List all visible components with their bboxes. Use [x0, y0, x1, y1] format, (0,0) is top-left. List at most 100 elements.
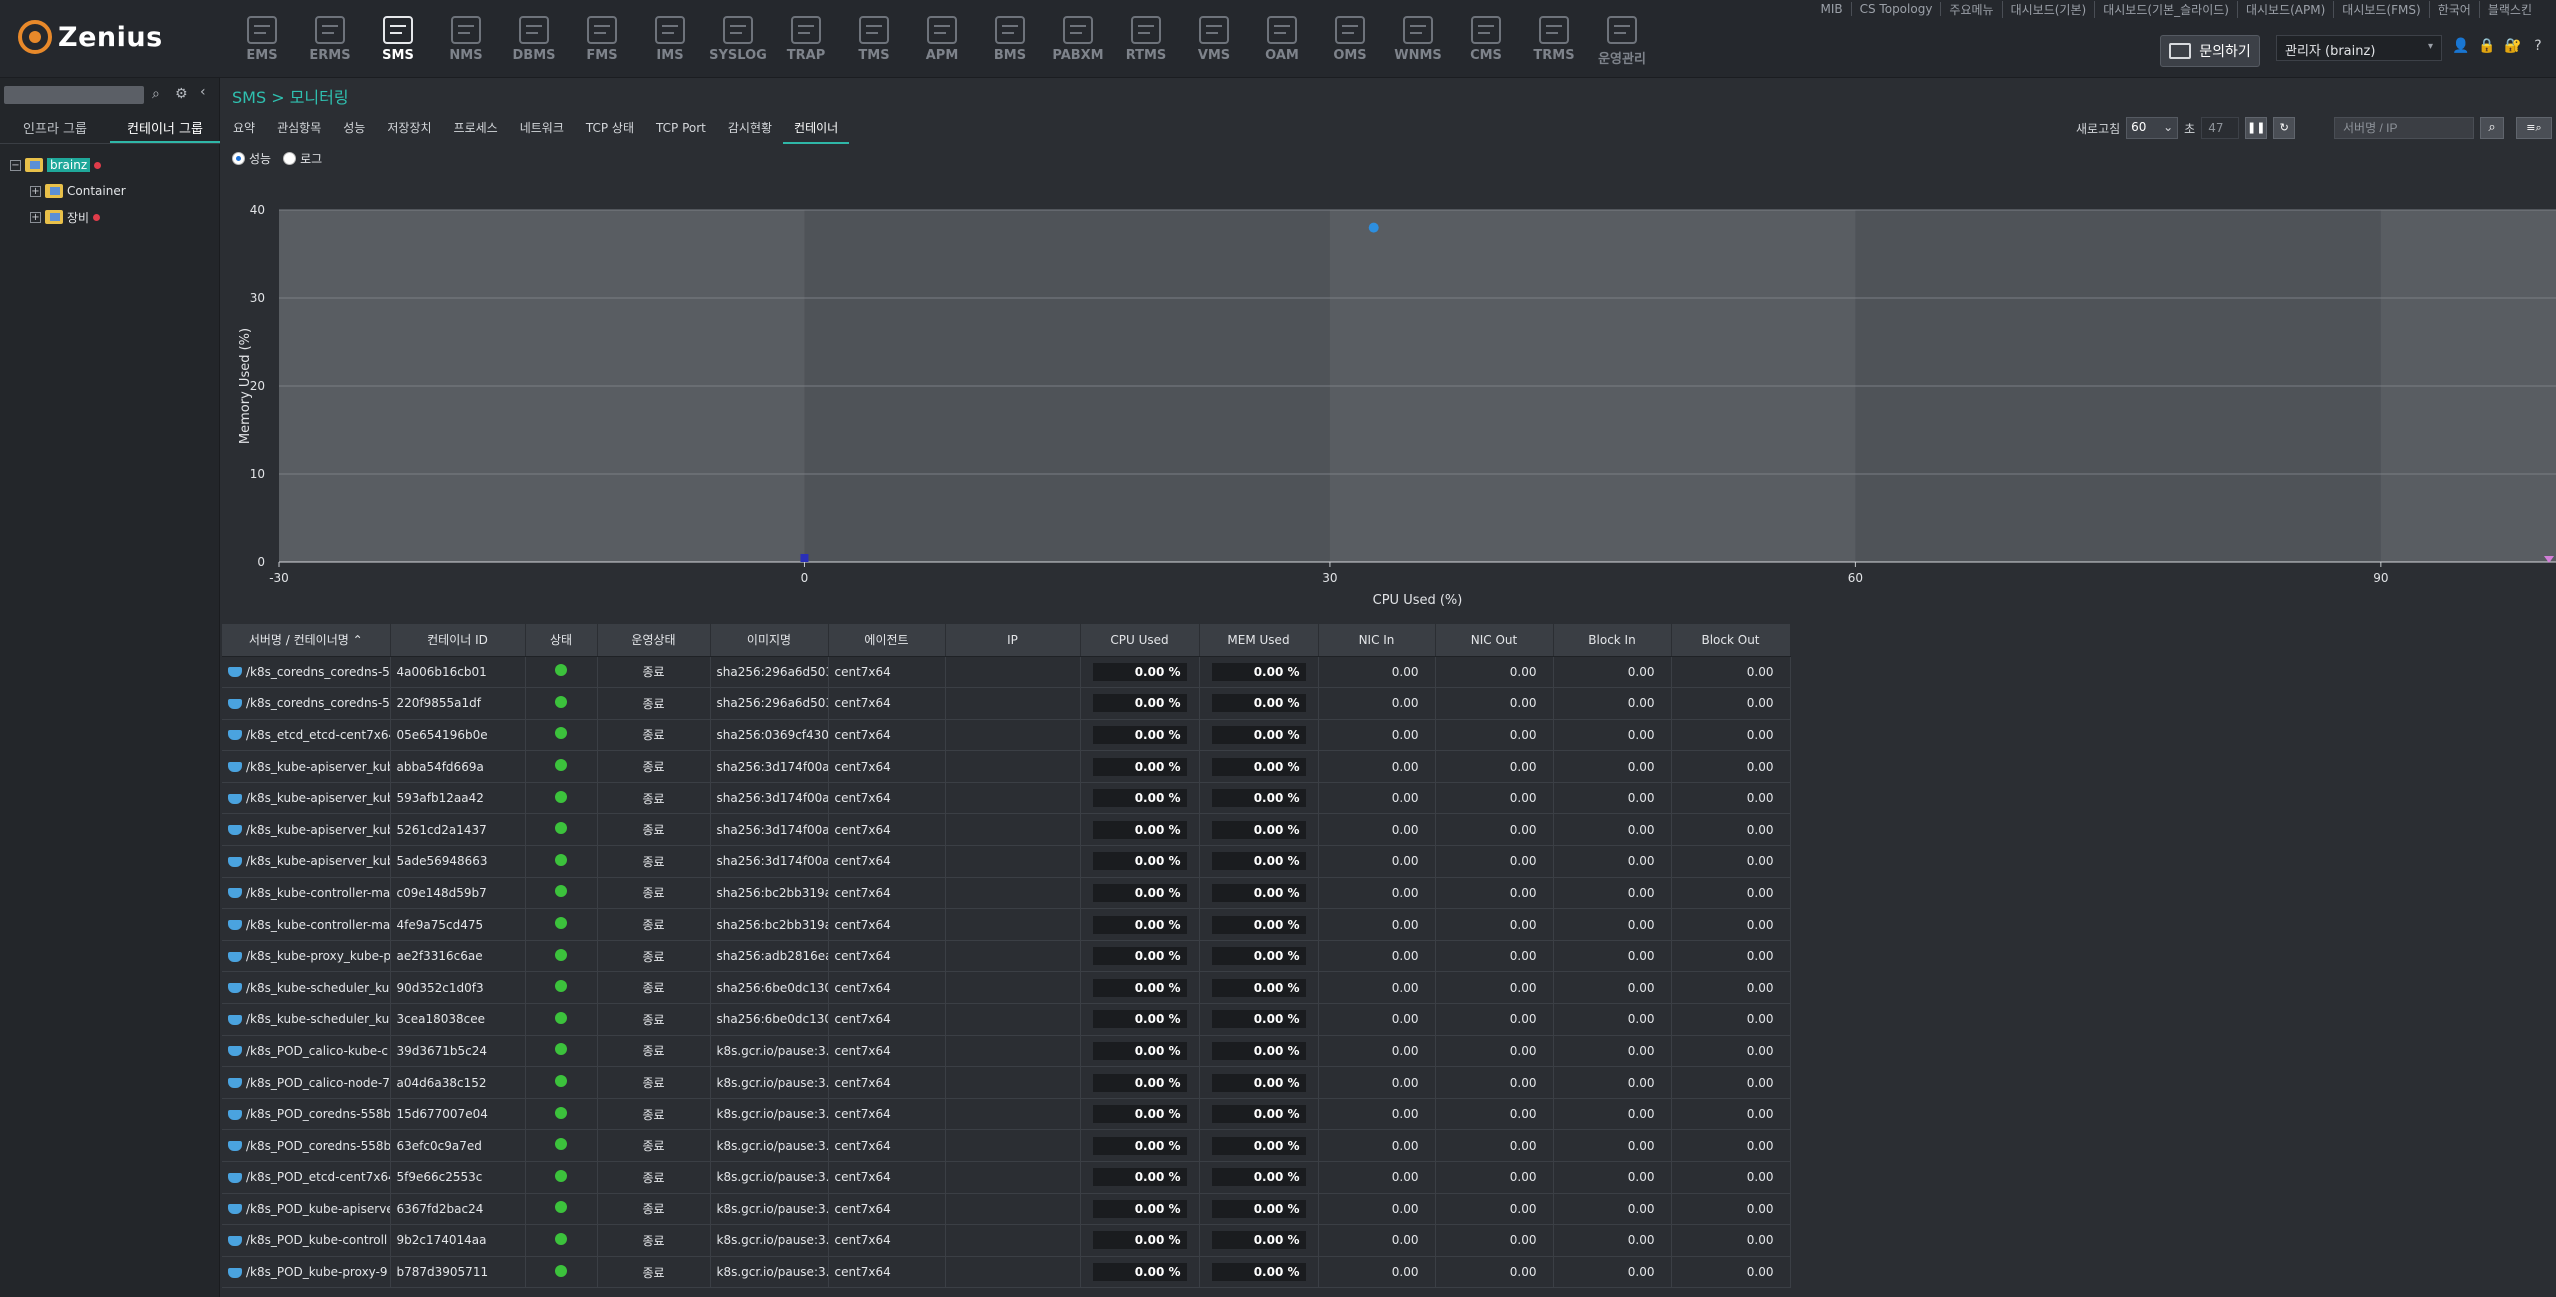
- column-header[interactable]: CPU Used: [1080, 624, 1200, 657]
- module-oms[interactable]: OMS: [1316, 16, 1384, 72]
- table-row[interactable]: /k8s_POD_kube-controll 9b2c174014aa 종료 k8s.…: [222, 1224, 1791, 1257]
- inquiry-button[interactable]: 문의하기: [2160, 35, 2260, 67]
- top-link[interactable]: 대시보드(FMS): [2334, 0, 2430, 18]
- help-icon[interactable]: ?: [2530, 38, 2546, 54]
- tab-4[interactable]: 프로세스: [443, 114, 509, 144]
- module-fms[interactable]: FMS: [568, 16, 636, 72]
- pause-button[interactable]: ❚❚: [2245, 117, 2268, 139]
- collapse-icon[interactable]: −: [10, 159, 21, 171]
- column-header[interactable]: Block Out: [1671, 624, 1791, 657]
- top-link[interactable]: 대시보드(기본_슬라이드): [2095, 0, 2238, 18]
- table-row[interactable]: /k8s_kube-scheduler_ku 90d352c1d0f3 종료 sha2…: [222, 971, 1791, 1005]
- column-header[interactable]: 상태: [525, 624, 598, 657]
- tab-9[interactable]: 컨테이너: [783, 114, 850, 144]
- module-nms[interactable]: NMS: [432, 16, 500, 72]
- table-row[interactable]: /k8s_POD_kube-apiserve 6367fd2bac24 종료 k8s.…: [222, 1193, 1791, 1226]
- table-row[interactable]: /k8s_kube-apiserver_kub 5ade56948663 종료 sha…: [222, 845, 1791, 878]
- search-icon[interactable]: ⌕: [152, 86, 160, 102]
- column-header[interactable]: 컨테이너 ID: [390, 624, 526, 657]
- refresh-interval-select[interactable]: 60 ⌄: [2126, 117, 2179, 139]
- expand-icon[interactable]: +: [30, 211, 41, 223]
- column-header[interactable]: 서버명 / 컨테이너명 ⌃: [222, 624, 391, 657]
- tab-left-0[interactable]: 인프라 그룹: [0, 116, 110, 143]
- top-link[interactable]: MIB: [1813, 2, 1852, 16]
- tree-node[interactable]: + 장비: [10, 204, 126, 230]
- module-cms[interactable]: CMS: [1452, 16, 1520, 72]
- module-tms[interactable]: TMS: [840, 16, 908, 72]
- top-link[interactable]: 대시보드(기본): [2003, 0, 2096, 18]
- column-header[interactable]: NIC Out: [1435, 624, 1554, 657]
- column-header[interactable]: 운영상태: [597, 624, 711, 657]
- column-header[interactable]: NIC In: [1318, 624, 1436, 657]
- radio-button-icon[interactable]: [232, 152, 245, 165]
- tab-2[interactable]: 성능: [332, 114, 376, 144]
- table-row[interactable]: /k8s_kube-controller-ma 4fe9a75cd475 종료 sha…: [222, 908, 1791, 941]
- table-row[interactable]: /k8s_POD_etcd-cent7x64 5f9e66c2553c 종료 k8s.…: [222, 1161, 1791, 1194]
- module-ims[interactable]: IMS: [636, 16, 704, 72]
- module-운영관리[interactable]: 운영관리: [1588, 16, 1656, 72]
- user-select[interactable]: 관리자 (brainz) ▾: [2276, 35, 2442, 61]
- refresh-button[interactable]: ↻: [2273, 117, 2296, 139]
- gear-icon[interactable]: ⚙: [175, 86, 188, 102]
- tab-3[interactable]: 저장장치: [376, 114, 442, 144]
- search-button[interactable]: ⌕: [2480, 117, 2504, 139]
- table-row[interactable]: /k8s_kube-controller-ma c09e148d59b7 종료 sha…: [222, 877, 1791, 910]
- column-header[interactable]: MEM Used: [1199, 624, 1319, 657]
- module-apm[interactable]: APM: [908, 16, 976, 72]
- column-header[interactable]: 에이전트: [828, 624, 946, 657]
- tab-1[interactable]: 관심항목: [266, 114, 332, 144]
- module-pabxm[interactable]: PABXM: [1044, 16, 1112, 72]
- module-rtms[interactable]: RTMS: [1112, 16, 1180, 72]
- module-syslog[interactable]: SYSLOG: [704, 16, 772, 72]
- tab-8[interactable]: 감시현황: [717, 114, 783, 144]
- expand-icon[interactable]: +: [30, 185, 41, 197]
- radio-0[interactable]: 성능: [232, 150, 271, 167]
- tab-0[interactable]: 요약: [222, 114, 266, 144]
- module-oam[interactable]: OAM: [1248, 16, 1316, 72]
- table-row[interactable]: /k8s_kube-apiserver_kub 593afb12aa42 종료 sha…: [222, 782, 1791, 815]
- column-header[interactable]: IP: [945, 624, 1081, 657]
- tab-6[interactable]: TCP 상태: [575, 114, 645, 144]
- tab-5[interactable]: 네트워크: [509, 114, 575, 144]
- top-link[interactable]: 대시보드(APM): [2238, 0, 2335, 18]
- radio-1[interactable]: 로그: [283, 150, 322, 167]
- table-row[interactable]: /k8s_kube-apiserver_kub 5261cd2a1437 종료 sha…: [222, 813, 1791, 847]
- table-row[interactable]: /k8s_kube-scheduler_ku 3cea18038cee 종료 sha2…: [222, 1003, 1791, 1036]
- table-row[interactable]: /k8s_POD_calico-kube-c 39d3671b5c24 종료 k8s.…: [222, 1035, 1791, 1068]
- module-sms[interactable]: SMS: [364, 16, 432, 72]
- module-dbms[interactable]: DBMS: [500, 16, 568, 72]
- top-link[interactable]: CS Topology: [1852, 2, 1942, 16]
- module-trms[interactable]: TRMS: [1520, 16, 1588, 72]
- radio-button-icon[interactable]: [283, 152, 297, 165]
- table-row[interactable]: /k8s_POD_coredns-558b 63efc0c9a7ed 종료 k8s.g…: [222, 1129, 1791, 1162]
- module-erms[interactable]: ERMS: [296, 16, 364, 72]
- table-row[interactable]: /k8s_etcd_etcd-cent7x64 05e654196b0e 종료 sha…: [222, 719, 1791, 752]
- lock-settings-icon[interactable]: 🔐: [2504, 38, 2521, 54]
- table-row[interactable]: /k8s_coredns_coredns-5 220f9855a1df 종료 sha2…: [222, 687, 1791, 720]
- server-search-input[interactable]: [2334, 117, 2474, 139]
- table-row[interactable]: /k8s_coredns_coredns-5 4a006b16cb01 종료 sha2…: [222, 656, 1791, 689]
- table-row[interactable]: /k8s_kube-apiserver_kub abba54fd669a 종료 sha…: [222, 750, 1791, 783]
- module-wnms[interactable]: WNMS: [1384, 16, 1452, 72]
- tree-node[interactable]: − brainz: [10, 152, 126, 178]
- module-vms[interactable]: VMS: [1180, 16, 1248, 72]
- column-header[interactable]: Block In: [1553, 624, 1672, 657]
- tree-node[interactable]: + Container: [10, 178, 126, 204]
- top-link[interactable]: 블랙스킨: [2480, 1, 2540, 18]
- column-header[interactable]: 이미지명: [710, 624, 829, 657]
- user-icon[interactable]: 👤: [2452, 38, 2469, 54]
- module-trap[interactable]: TRAP: [772, 16, 840, 72]
- top-link[interactable]: 주요메뉴: [1941, 0, 2003, 18]
- tab-7[interactable]: TCP Port: [645, 114, 717, 144]
- tree-search-input[interactable]: [4, 86, 144, 104]
- table-row[interactable]: /k8s_kube-proxy_kube-p ae2f3316c6ae 종료 sha2…: [222, 940, 1791, 973]
- advanced-search-button[interactable]: ≡⌕: [2516, 117, 2552, 139]
- collapse-left-icon[interactable]: ‹: [200, 84, 206, 100]
- tab-left-1[interactable]: 컨테이너 그룹: [110, 116, 220, 143]
- module-ems[interactable]: EMS: [228, 16, 296, 72]
- table-row[interactable]: /k8s_POD_kube-proxy-9 b787d3905711 종료 k8s.g…: [222, 1256, 1791, 1289]
- module-bms[interactable]: BMS: [976, 16, 1044, 72]
- table-row[interactable]: /k8s_POD_coredns-558b 15d677007e04 종료 k8s.g…: [222, 1098, 1791, 1131]
- lock-icon[interactable]: 🔒: [2478, 38, 2495, 54]
- zenius-logo[interactable]: Zenius: [18, 20, 163, 54]
